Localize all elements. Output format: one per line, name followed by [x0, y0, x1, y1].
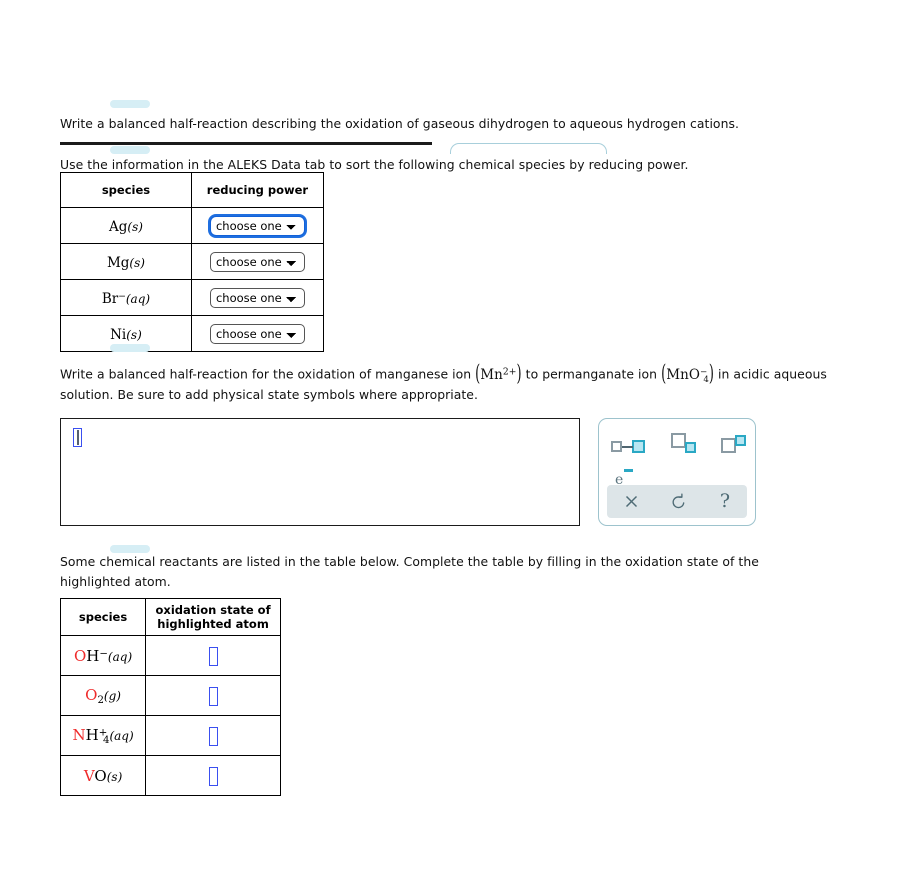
scroll-artifact-pill-1 — [110, 100, 150, 108]
help-button[interactable]: ? — [703, 485, 747, 518]
oxidation-state-cell[interactable] — [145, 675, 281, 716]
superscript-small-box — [735, 435, 746, 446]
species-cell: NH+4(aq) — [59, 715, 147, 756]
oxidation-state-cell[interactable] — [145, 715, 281, 756]
species-formula: OH−(aq) — [73, 647, 133, 665]
species-cell: O2(g) — [59, 675, 147, 716]
palette-footer: ? — [607, 485, 747, 518]
column-header-oxidation-state: oxidation state of highlighted atom — [145, 598, 281, 636]
reducing-power-cell: choose one — [190, 279, 325, 316]
table-header-row: species reducing power — [60, 172, 325, 208]
reducing-power-cell: choose one — [190, 315, 325, 352]
question-4-text: Some chemical reactants are listed in th… — [60, 554, 759, 589]
half-reaction-answer-box[interactable] — [60, 418, 580, 526]
table-row: OH−(aq) — [59, 635, 281, 676]
reducing-power-select-3[interactable]: choose one — [209, 288, 305, 308]
question-3-part-2: to permanganate ion — [525, 366, 658, 382]
species-cell: VO(s) — [59, 755, 147, 796]
reaction-arrow-button[interactable] — [611, 436, 651, 453]
superscript-button[interactable] — [721, 433, 751, 455]
subscript-small-box — [685, 442, 696, 453]
subscript-button[interactable] — [671, 433, 701, 455]
species-formula: Ag(s) — [108, 219, 143, 235]
table-row: NH+4(aq) — [59, 715, 281, 756]
permanganate-ion-formula: (MnO−4) — [661, 361, 715, 388]
table-row: VO(s) — [59, 755, 281, 796]
species-formula: O2(g) — [85, 686, 121, 706]
question-3-part-1: Write a balanced half-reaction for the o… — [60, 366, 472, 382]
oxidation-state-cell[interactable] — [145, 755, 281, 796]
species-formula: Ni(s) — [110, 327, 142, 343]
species-formula: Br−(aq) — [101, 290, 151, 307]
species-formula: Mg(s) — [106, 255, 145, 271]
table-row: O2(g) — [59, 675, 281, 716]
reducing-power-cell: choose one — [190, 207, 325, 244]
oxidation-state-cell[interactable] — [145, 635, 281, 676]
species-formula: NH+4(aq) — [72, 726, 134, 746]
reaction-arrow-left-box — [611, 441, 622, 452]
clear-button[interactable] — [609, 485, 653, 518]
question-1-text: Write a balanced half-reaction describin… — [60, 116, 739, 131]
close-icon — [625, 495, 637, 508]
reducing-power-select-1[interactable]: choose one — [209, 216, 305, 236]
table-row: Br−(aq) choose one — [60, 279, 325, 316]
reducing-power-select-2[interactable]: choose one — [209, 252, 305, 272]
species-cell: Br−(aq) — [60, 279, 192, 316]
species-cell: Ag(s) — [60, 207, 192, 244]
manganese-ion-formula: (Mn2+) — [475, 361, 522, 388]
oxidation-state-input-1[interactable] — [208, 646, 218, 666]
column-header-species: species — [59, 598, 147, 636]
reaction-arrow-icon — [622, 445, 633, 448]
undo-icon — [672, 493, 684, 509]
chemistry-palette: e ? — [598, 418, 756, 526]
oxidation-state-input-2[interactable] — [208, 686, 218, 706]
question-3-text-line-2: solution. Be sure to add physical state … — [60, 387, 478, 402]
worksheet-page: Write a balanced half-reaction describin… — [0, 0, 922, 894]
superscript-base-box — [721, 438, 736, 453]
scroll-artifact-pill-3 — [110, 344, 150, 352]
reducing-power-cell: choose one — [190, 243, 325, 280]
oxidation-state-input-3[interactable] — [208, 726, 218, 746]
table-row: Mg(s) choose one — [60, 243, 325, 280]
section-divider-rule — [60, 142, 432, 145]
answer-text-cursor[interactable] — [73, 428, 82, 447]
reducing-power-table: species reducing power Ag(s) choose one … — [60, 172, 325, 352]
species-cell: Mg(s) — [60, 243, 192, 280]
subscript-base-box — [671, 433, 686, 448]
reaction-arrow-right-box — [632, 440, 645, 453]
question-mark-icon: ? — [719, 490, 731, 512]
question-3-part-3: in acidic aqueous — [718, 366, 827, 382]
scroll-artifact-pill-2 — [110, 146, 150, 154]
species-formula: VO(s) — [83, 767, 123, 785]
column-header-species: species — [60, 172, 192, 208]
table-row: Ag(s) choose one — [60, 207, 325, 244]
oxidation-state-input-4[interactable] — [208, 766, 218, 786]
reducing-power-select-4[interactable]: choose one — [209, 324, 305, 344]
column-header-reducing-power: reducing power — [190, 172, 325, 208]
undo-button[interactable] — [656, 485, 700, 518]
table-header-row: species oxidation state of highlighted a… — [59, 598, 281, 636]
electron-minus-icon — [624, 469, 633, 472]
table-row: Ni(s) choose one — [60, 315, 325, 352]
species-cell: OH−(aq) — [59, 635, 147, 676]
scroll-artifact-outline-1 — [450, 143, 607, 154]
oxidation-state-table: species oxidation state of highlighted a… — [59, 598, 281, 796]
